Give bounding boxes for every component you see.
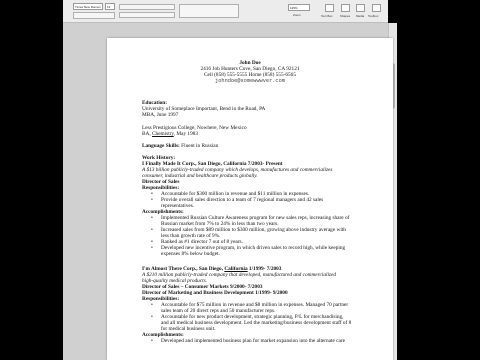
toolbox-icon[interactable] [372,4,381,12]
language-skills: Language Skills: Fluent in Russian [142,143,219,149]
word-toolbar: Times New Roman 12 125% Zoom Text Box Sh… [63,0,388,23]
bullet: • [151,227,153,233]
bullet: • [151,302,153,308]
bullet: • [151,197,153,203]
shapes-label: Shapes [340,14,351,18]
style-gallery[interactable] [119,4,175,10]
format-buttons[interactable] [73,12,115,19]
media-label: Media [356,14,365,18]
bullet: • [151,314,153,320]
bullet: • [151,215,153,221]
text-box-icon[interactable] [325,4,334,12]
edu1-degree: MBA, June 1997 [142,112,179,118]
format-panel[interactable] [179,4,239,18]
font-name-select[interactable]: Times New Roman [73,3,103,10]
job1-acc-item: expenses 8% below budget. [161,251,220,257]
bullet: • [151,245,153,251]
media-icon[interactable] [356,4,365,12]
paragraph-buttons[interactable] [119,12,175,18]
bullet: • [151,338,153,344]
zoom-select[interactable]: 125% [288,4,310,11]
font-size-select[interactable]: 12 [105,3,115,10]
edu2-major: Chemistry [152,131,174,137]
zoom-label: Zoom [293,13,301,17]
shapes-icon[interactable] [341,4,350,12]
text-box-label: Text Box [321,14,333,18]
job2-acc-item: Developed and implemented business plan … [161,338,346,344]
document-page[interactable]: John Doe 2416 Job Hunters Cove, San Dieg… [107,38,393,360]
resume-email[interactable]: johndoe@somewwwver.com [107,78,393,84]
edu2-degree: BA, Chemistry, May 1983 [142,131,199,137]
toolbox-label: Toolbox [368,14,379,18]
